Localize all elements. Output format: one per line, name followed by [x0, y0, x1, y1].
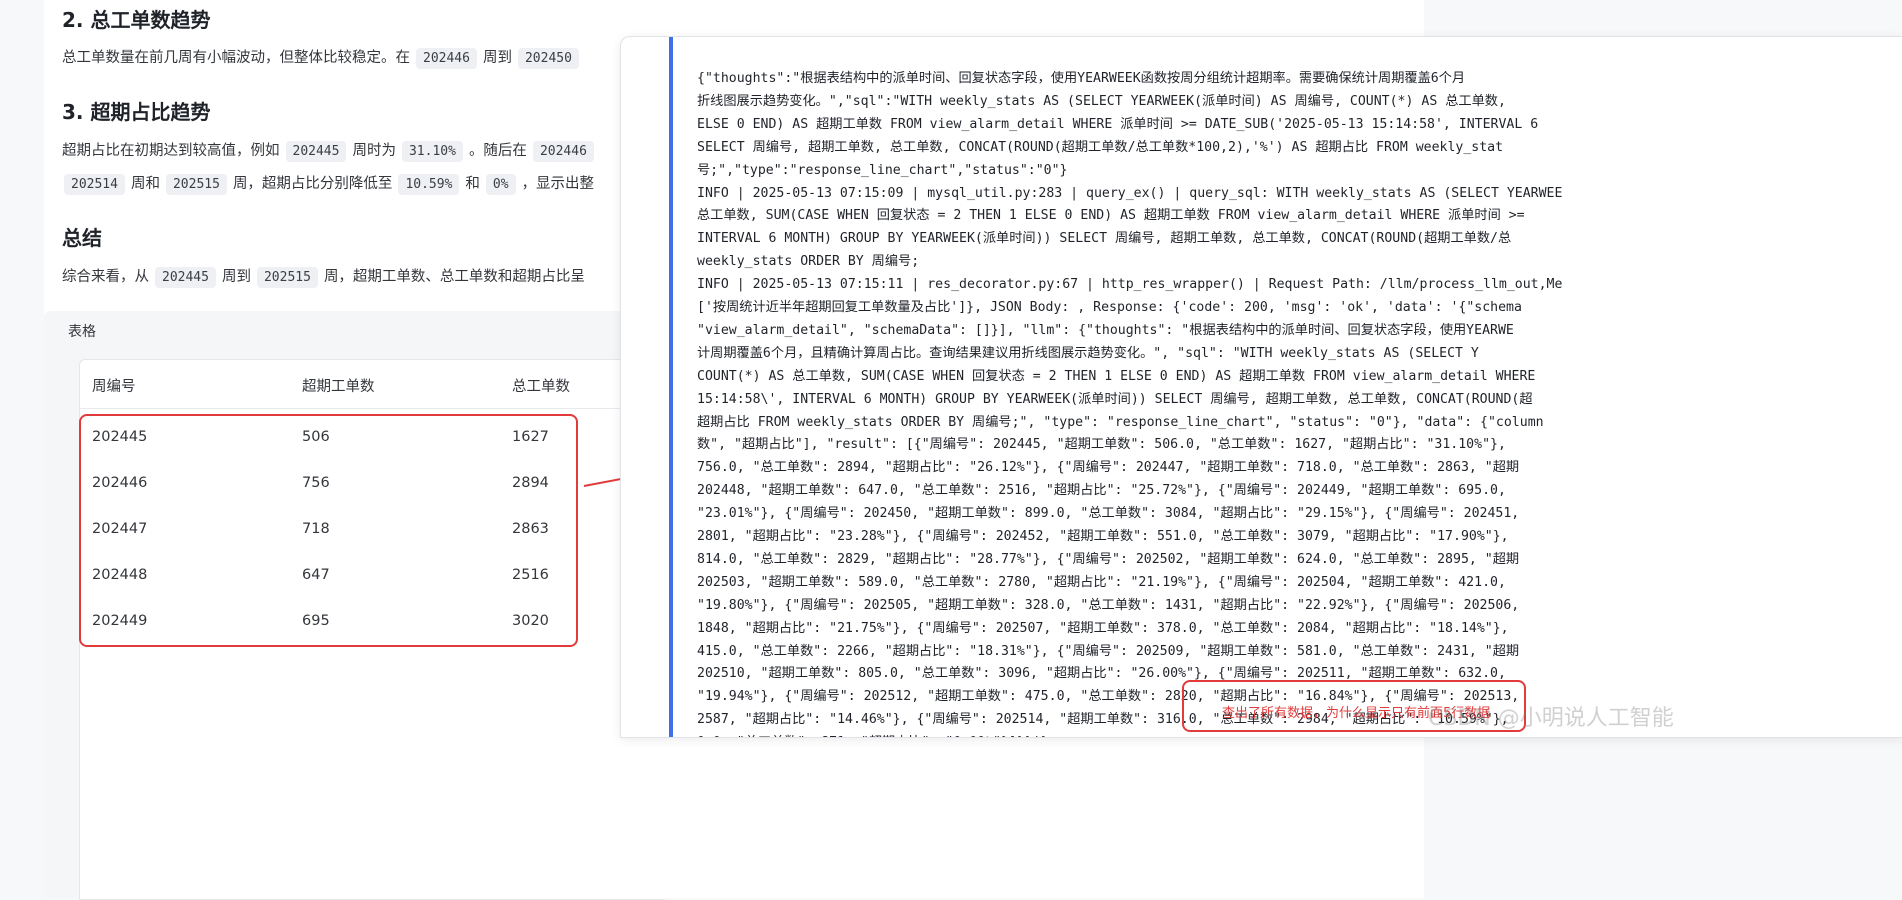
log-output-panel: {"thoughts":"根据表结构中的派单时间、回复状态字段，使用YEARWE…	[620, 36, 1902, 738]
log-line: COUNT(*) AS 总工单数, SUM(CASE WHEN 回复状态 = 2…	[697, 368, 1536, 384]
log-line: 折线图展示趋势变化。","sql":"WITH weekly_stats AS …	[697, 93, 1506, 109]
log-line: 2801, "超期占比": "23.28%"}, {"周编号": 202452,…	[697, 529, 1509, 544]
log-line: 202448, "超期工单数": 647.0, "总工单数": 2516, "超…	[697, 483, 1506, 499]
log-line: 超期占比 FROM weekly_stats ORDER BY 周编号;", "…	[697, 414, 1544, 430]
log-line: 号;","type":"response_line_chart","status…	[697, 162, 1068, 178]
log-line: 计周期覆盖6个月，且精确计算周占比。查询结果建议用折线图展示趋势变化。", "s…	[697, 345, 1479, 361]
log-line: 1848, "超期占比": "21.75%"}, {"周编号": 202507,…	[697, 620, 1509, 636]
log-line: "23.01%"}, {"周编号": 202450, "超期工单数": 899.…	[697, 506, 1520, 522]
section2-paragraph: 总工单数量在前几周有小幅波动，但整体比较稳定。在 202446 周到 202450	[62, 47, 585, 69]
log-line: INTERVAL 6 MONTH) GROUP BY YEARWEEK(派单时间…	[697, 231, 1512, 247]
log-line: ELSE 0 END) AS 超期工单数 FROM view_alarm_det…	[697, 116, 1539, 132]
log-line: {"thoughts":"根据表结构中的派单时间、回复状态字段，使用YEARWE…	[697, 71, 1466, 86]
log-line: ['按周统计近半年超期回复工单数量及占比']}, JSON Body: , Re…	[697, 300, 1522, 315]
inline-code: 202445	[155, 267, 216, 288]
section2-title: 2. 总工单数趋势	[62, 8, 211, 32]
log-line: 数", "超期占比"], "result": [{"周编号": 202445, …	[697, 437, 1506, 453]
log-line: 202503, "超期工单数": 589.0, "总工单数": 2780, "超…	[697, 574, 1506, 590]
log-line: 15:14:58\', INTERVAL 6 MONTH) GROUP BY Y…	[697, 391, 1533, 407]
log-line: INFO | 2025-05-13 07:15:09 | mysql_util.…	[697, 185, 1563, 201]
inline-code: 202450	[517, 48, 579, 69]
table-card-title: 表格	[68, 324, 96, 340]
inline-code: 0%	[485, 174, 516, 195]
inline-code: 202515	[165, 174, 227, 195]
log-line: 814.0, "总工单数": 2829, "超期占比": "28.77%"}, …	[697, 551, 1520, 567]
column-header-total[interactable]: 总工单数	[512, 375, 570, 396]
inline-code: 202446	[532, 141, 594, 162]
log-line: SELECT 周编号, 超期工单数, 总工单数, CONCAT(ROUND(超期…	[697, 139, 1504, 155]
log-line: "view_alarm_detail", "schemaData": []}],…	[697, 322, 1514, 338]
log-line: 0.0, "总工单数": 871, "超期占比": "0.00%"}]}}'}	[697, 732, 1049, 737]
column-header-overdue[interactable]: 超期工单数	[302, 375, 375, 396]
inline-code: 31.10%	[401, 141, 463, 162]
log-accent-bar	[669, 37, 673, 737]
inline-code: 202515	[256, 267, 318, 288]
log-line: weekly_stats ORDER BY 周编号;	[697, 254, 920, 270]
summary-paragraph: 综合来看，从 202445 周到 202515 周，超期工单数、总工单数和超期占比呈	[62, 266, 585, 288]
section3-paragraph-line1: 超期占比在初期达到较高值，例如 202445 周时为 31.10% 。随后在 202446	[62, 140, 600, 162]
log-line: 415.0, "总工单数": 2266, "超期占比": "18.31%"}, …	[697, 643, 1520, 659]
summary-title: 总结	[62, 226, 102, 250]
log-line: INFO | 2025-05-13 07:15:11 | res_decorat…	[697, 277, 1563, 293]
section3-paragraph-line2: 202514 周和 202515 周，超期占比分别降低至 10.59% 和 0% ，显示出整	[58, 173, 594, 195]
column-header-week[interactable]: 周编号	[92, 375, 136, 396]
table-header-row: 周编号 超期工单数 总工单数	[80, 360, 665, 409]
inline-code: 202446	[416, 48, 477, 69]
section3-title: 3. 超期占比趋势	[62, 100, 211, 124]
annotation-highlight-table	[79, 414, 578, 647]
inline-code: 10.59%	[398, 174, 460, 195]
inline-code: 202514	[64, 174, 125, 195]
csdn-watermark: CSDN @小明说人工智能	[1428, 706, 1674, 731]
inline-code: 202445	[285, 141, 347, 162]
log-line: "19.80%"}, {"周编号": 202505, "超期工单数": 328.…	[697, 597, 1520, 613]
log-line: 756.0, "总工单数": 2894, "超期占比": "26.12%"}, …	[697, 460, 1520, 476]
log-line: 总工单数, SUM(CASE WHEN 回复状态 = 2 THEN 1 ELSE…	[697, 208, 1525, 224]
